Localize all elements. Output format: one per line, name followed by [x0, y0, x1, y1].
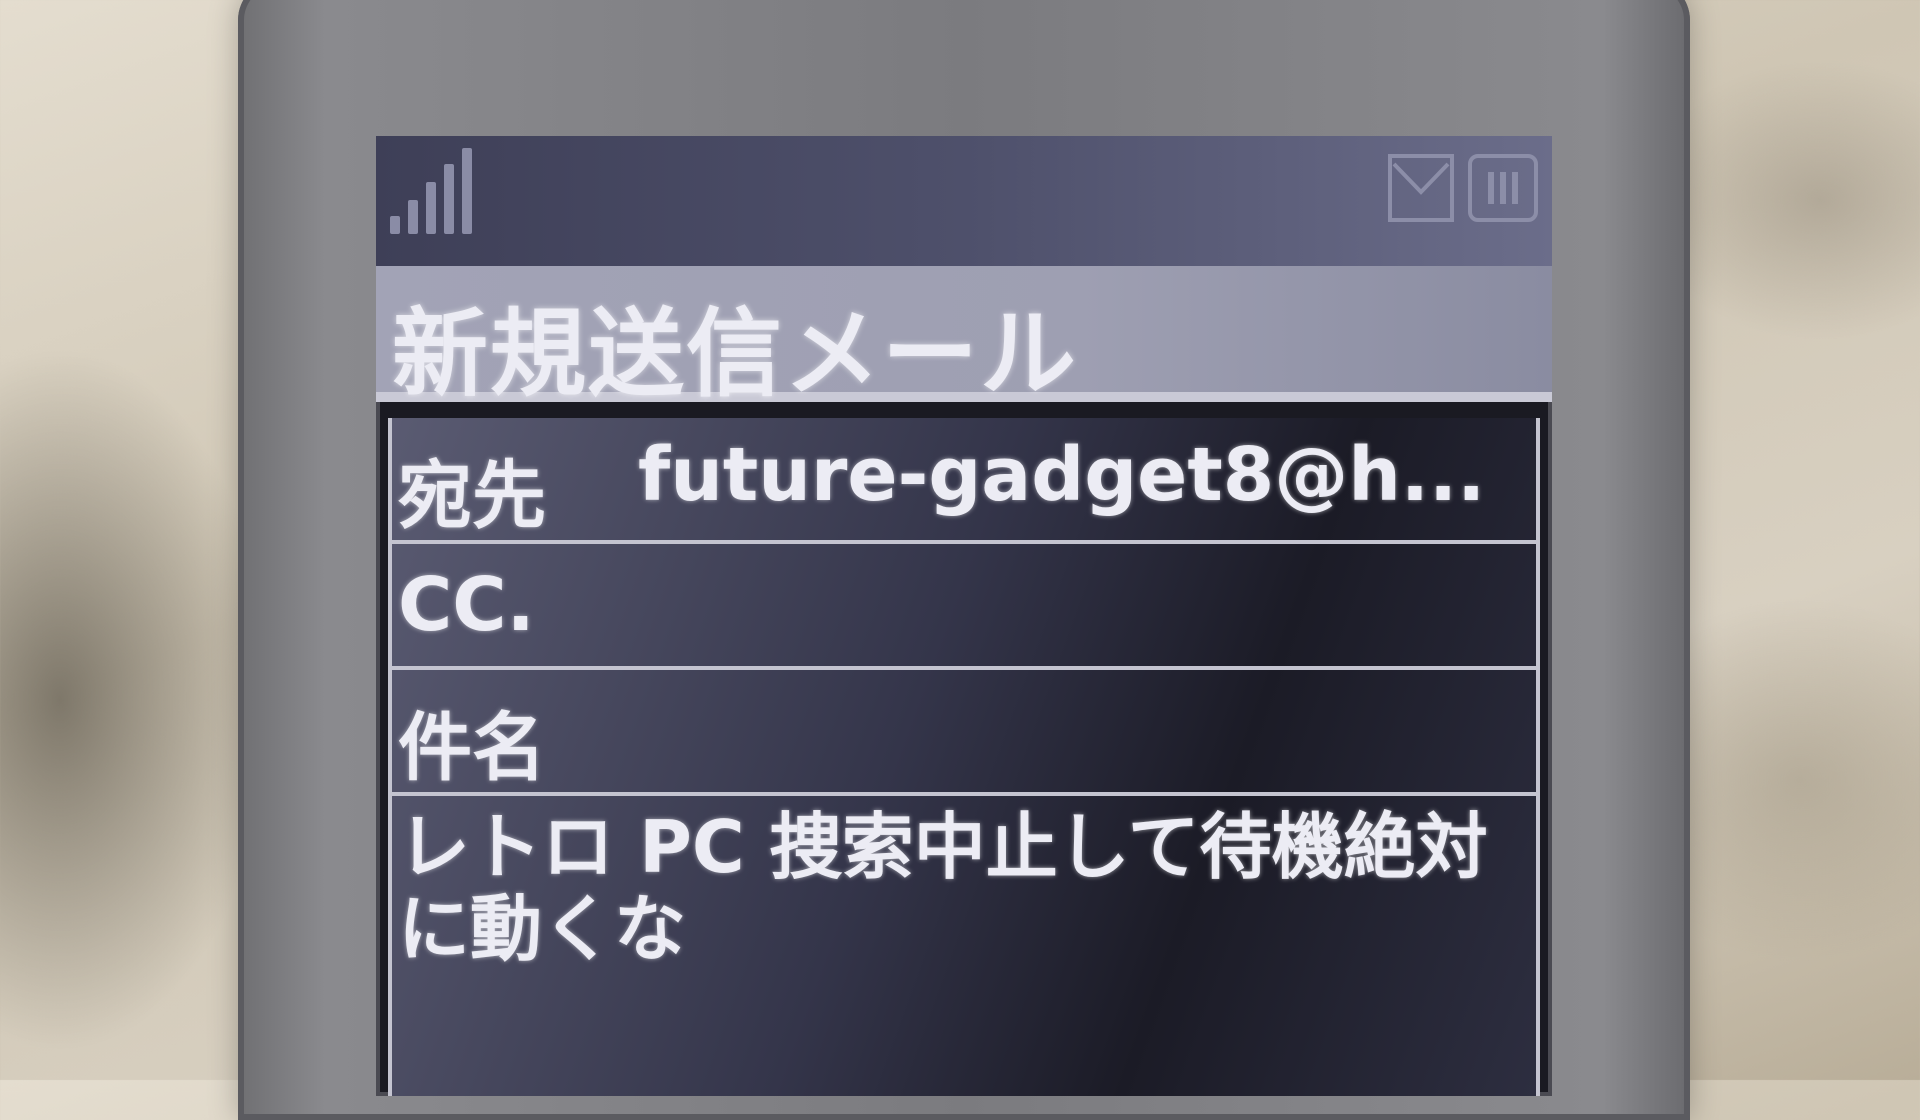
subject-field-row[interactable]: 件名 — [392, 670, 1536, 796]
to-field-row[interactable]: 宛先 future-gadget8@h... — [392, 418, 1536, 544]
status-bar — [376, 136, 1552, 266]
to-value[interactable]: future-gadget8@h... — [638, 432, 1485, 518]
signal-strength-icon — [390, 148, 490, 234]
mail-envelope-icon — [1388, 154, 1454, 222]
battery-icon — [1468, 154, 1538, 222]
cc-label: CC. — [398, 562, 535, 648]
subject-label: 件名 — [398, 705, 546, 791]
mail-compose-form: 宛先 future-gadget8@h... CC. 件名 レトロ PC 捜索中… — [388, 418, 1540, 1096]
cc-field-row[interactable]: CC. — [392, 544, 1536, 670]
to-label: 宛先 — [398, 453, 546, 539]
message-body[interactable]: レトロ PC 捜索中止して待機絶対に動くな — [398, 806, 1518, 970]
phone-screen: 新規送信メール 宛先 future-gadget8@h... CC. 件名 レト… — [376, 136, 1552, 1096]
title-bar: 新規送信メール — [376, 266, 1552, 410]
screen-title: 新規送信メール — [392, 298, 1078, 410]
